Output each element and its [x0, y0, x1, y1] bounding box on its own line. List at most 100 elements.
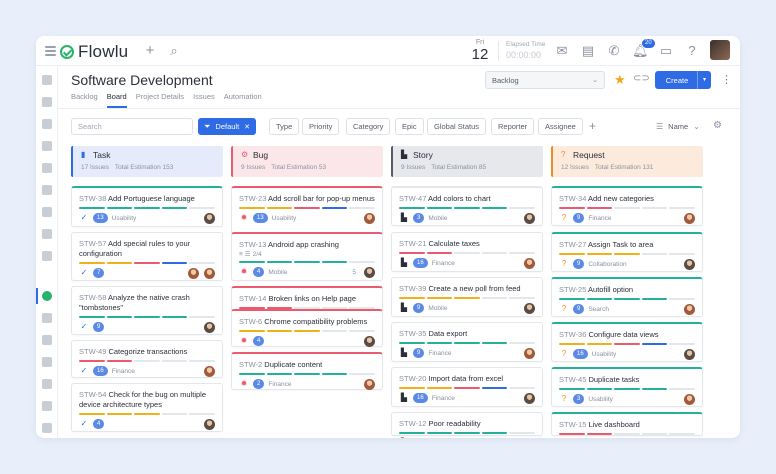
view-select[interactable]: Backlog ⌄ [485, 71, 605, 89]
assignee-avatar[interactable] [204, 418, 215, 430]
sidebar-more-icon[interactable] [42, 423, 52, 433]
issue-card[interactable]: STW-47 Add colors to chart ▙ 3 Mobile [391, 186, 543, 226]
sidebar-time-icon[interactable] [42, 379, 52, 389]
assignee-avatar[interactable] [364, 335, 375, 347]
sidebar-invoice-icon[interactable] [42, 185, 52, 195]
progress-segment [266, 373, 293, 375]
mail-icon[interactable]: ✉ [554, 43, 570, 59]
assignee-avatar[interactable] [524, 347, 535, 359]
issue-card[interactable]: STW-45 Duplicate tasks? 3 Usability [551, 367, 703, 407]
board-settings-icon[interactable]: ⚙ [713, 120, 722, 131]
assignee-avatar[interactable] [524, 257, 535, 269]
filter-epic[interactable]: Epic [395, 118, 424, 135]
more-options-icon[interactable]: ⋮ [721, 73, 732, 87]
filter-reporter[interactable]: Reporter [491, 118, 535, 135]
sort-control[interactable]: ☰ Name ⌄ [656, 122, 700, 131]
issue-title: STW-57 Add special rules to your configu… [79, 239, 215, 259]
filter-priority[interactable]: Priority [302, 118, 340, 135]
filter-global-status[interactable]: Global Status [427, 118, 487, 135]
tab-project-details[interactable]: Project Details [136, 92, 184, 108]
issue-card[interactable]: STW-57 Add special rules to your configu… [71, 232, 223, 281]
assignee-avatar[interactable] [684, 393, 695, 405]
sidebar-team-icon[interactable] [42, 229, 52, 239]
issue-card[interactable]: STW-25 Autofill option? 9 Search [551, 277, 703, 317]
issue-card[interactable]: STW-49 Categorize transactions ✓ 16 Finance [71, 340, 223, 378]
sidebar-projects-icon[interactable] [42, 207, 52, 217]
issue-card[interactable]: STW-12 Poor readability ▙ [391, 412, 543, 438]
assignee-avatar[interactable] [524, 302, 535, 314]
tab-backlog[interactable]: Backlog [71, 92, 98, 108]
progress-segment [161, 262, 188, 264]
sidebar-tasks-icon[interactable] [42, 97, 52, 107]
timer-widget[interactable]: Elapsed Time 00:00:00 [506, 40, 545, 61]
issue-card[interactable]: STW-13 Android app crashing ≡ ☰ 2/4 ✹ 4 Mobile… [231, 232, 383, 281]
assignee-avatar[interactable] [684, 258, 695, 270]
assignee-avatar[interactable] [204, 267, 215, 279]
assignee-avatar[interactable] [364, 378, 375, 390]
sidebar-agile-icon[interactable] [42, 291, 52, 301]
search-input[interactable] [71, 118, 193, 135]
add-filter-icon[interactable]: + [589, 118, 596, 135]
create-button[interactable]: Create ▾ [655, 71, 711, 89]
assignee-avatar[interactable] [204, 212, 215, 224]
default-filter-chip[interactable]: ⏷ Default ✕ [198, 118, 257, 135]
sidebar-finance-icon[interactable] [42, 163, 52, 173]
favorite-star-icon[interactable]: ★ [614, 72, 626, 88]
notes-icon[interactable]: ▤ [580, 43, 596, 59]
progress-segment [641, 207, 668, 209]
issue-card[interactable]: STW-23 Add scroll bar for pop-up menus ✹ 1… [231, 186, 383, 235]
filter-assignee[interactable]: Assignee [538, 118, 583, 135]
create-dropdown-icon[interactable]: ▾ [697, 71, 711, 89]
assignee-avatar[interactable] [204, 365, 215, 377]
issue-card[interactable]: STW-15 Live dashboard? [551, 412, 703, 436]
issue-card[interactable]: STW-34 Add new categories? 9 Finance [551, 186, 703, 226]
issue-card[interactable]: STW-6 Chrome compatibility problems ✹ 4 [231, 309, 383, 347]
sidebar-docs-icon[interactable] [42, 313, 52, 323]
assignee-avatar[interactable] [524, 212, 535, 224]
tab-board[interactable]: Board [106, 92, 127, 108]
assignee-avatar[interactable] [364, 266, 375, 278]
assignee-avatar[interactable] [188, 267, 199, 279]
tab-issues[interactable]: Issues [193, 92, 215, 108]
add-icon[interactable]: + [142, 43, 158, 59]
issue-card[interactable]: STW-2 Duplicate content ✹ 2 Finance [231, 352, 383, 390]
chat-icon[interactable]: ▭ [658, 43, 674, 59]
sidebar-crm-icon[interactable] [42, 119, 52, 129]
menu-icon[interactable] [45, 46, 56, 56]
help-icon[interactable]: ? [684, 43, 700, 59]
issue-card[interactable]: STW-27 Assign Task to area? 9 Collaboratio… [551, 232, 703, 272]
sidebar-knowledge-icon[interactable] [42, 251, 52, 261]
issue-card[interactable]: STW-20 Import data from excel ▙ 16 Finance [391, 367, 543, 407]
assignee-avatar[interactable] [204, 321, 215, 333]
sidebar-sales-icon[interactable] [42, 141, 52, 151]
sidebar-calendar-icon[interactable] [42, 335, 52, 345]
progress-segment [559, 253, 585, 255]
issue-card[interactable]: STW-58 Analyze the native crash "tombsto… [71, 286, 223, 335]
tab-automation[interactable]: Automation [224, 92, 262, 108]
assignee-avatar[interactable] [684, 348, 695, 360]
progress-segment [266, 261, 293, 263]
assignee-avatar[interactable] [684, 303, 695, 315]
issue-card[interactable]: STW-38 Add Portuguese language ✓ 13 Usabili… [71, 186, 223, 227]
issue-card[interactable]: STW-35 Data export ▙ 9 Finance [391, 322, 543, 362]
user-avatar[interactable] [710, 40, 730, 60]
app-logo[interactable]: Flowlu [60, 42, 128, 62]
date-widget[interactable]: Fri 12 [469, 38, 491, 63]
sidebar-settings-icon[interactable] [42, 401, 52, 411]
assignee-avatar[interactable] [524, 392, 535, 404]
sidebar-reports-icon[interactable] [42, 357, 52, 367]
search-icon[interactable]: ⌕ [166, 43, 182, 59]
assignee-avatar[interactable] [364, 212, 375, 224]
issue-card[interactable]: STW-54 Check for the bug on multiple dev… [71, 383, 223, 432]
assignee-avatar[interactable] [524, 437, 535, 438]
assignee-avatar[interactable] [684, 212, 695, 224]
issue-card[interactable]: STW-36 Configure data views? 16 Usability [551, 322, 703, 362]
filter-category[interactable]: Category [346, 118, 391, 135]
issue-card[interactable]: STW-39 Create a new poll from feed ▙ 9 Mobi… [391, 277, 543, 317]
link-icon[interactable]: ⊂⊃ [633, 73, 650, 84]
filter-type[interactable]: Type [269, 118, 300, 135]
sidebar-dashboard-icon[interactable] [42, 75, 52, 85]
phone-icon[interactable]: ✆ [606, 43, 622, 59]
clear-filter-icon[interactable]: ✕ [244, 123, 250, 131]
issue-card[interactable]: STW-21 Calculate taxes ▙ 16 Finance [391, 232, 543, 272]
